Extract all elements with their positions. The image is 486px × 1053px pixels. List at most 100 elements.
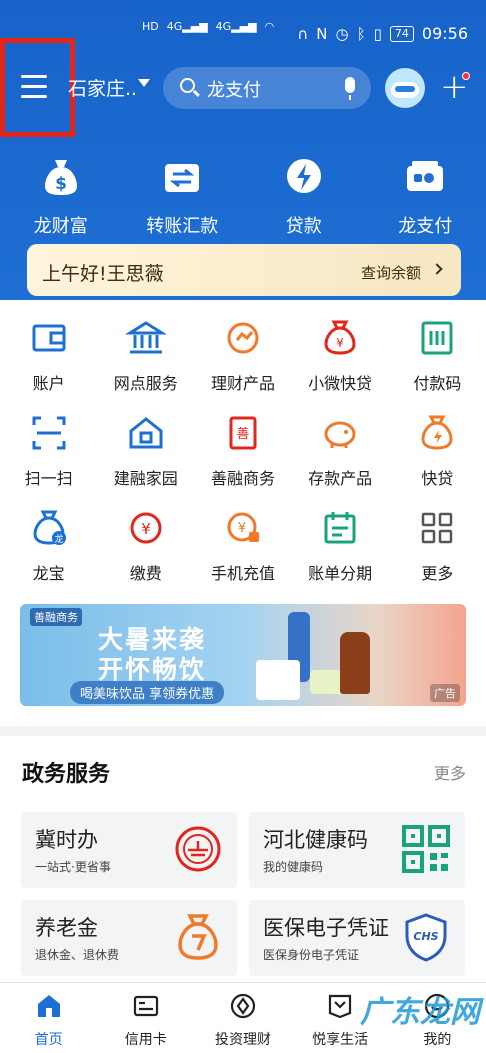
- svg-text:¥: ¥: [141, 520, 151, 538]
- seal-icon: [175, 826, 221, 872]
- wifi-icon: ◠: [264, 20, 275, 33]
- account-icon: [32, 324, 66, 352]
- service-micro-loan[interactable]: ¥ 小微快贷: [292, 314, 389, 409]
- service-label: 手机充值: [210, 564, 275, 583]
- service-deposit[interactable]: 存款产品: [292, 409, 389, 504]
- service-home[interactable]: 建融家园: [97, 409, 194, 504]
- card-subtitle: 退休金、退休费: [35, 948, 120, 962]
- tab-label: 首页: [34, 1032, 63, 1048]
- menu-icon[interactable]: [21, 75, 47, 98]
- section-title: 政务服务: [22, 762, 111, 787]
- card-subtitle: 一站式·更省事: [35, 860, 111, 874]
- tab-label: 信用卡: [124, 1032, 167, 1048]
- chevron-right-icon: [431, 263, 443, 275]
- service-branch[interactable]: 网点服务: [97, 314, 194, 409]
- service-wealth[interactable]: 理财产品: [194, 314, 291, 409]
- tab-home[interactable]: 首页: [0, 983, 97, 1053]
- calendar-icon: [324, 512, 356, 544]
- service-label: 缴费: [129, 564, 162, 583]
- money-bag-icon: $: [44, 160, 77, 195]
- investment-icon: [230, 993, 256, 1019]
- vibrate-icon: ▯: [373, 24, 382, 43]
- tab-label: 投资理财: [214, 1032, 271, 1048]
- signal-2-icon: 4G▂▄▆: [215, 20, 257, 33]
- dragon-treasure-icon: 龙: [33, 510, 66, 545]
- quick-action-transfer[interactable]: 转账汇款: [122, 150, 244, 238]
- quick-action-loan[interactable]: 贷款: [243, 150, 365, 238]
- more-grid-icon: [422, 512, 453, 544]
- wallet-icon: [407, 161, 444, 191]
- search-bar[interactable]: 龙支付: [163, 67, 371, 109]
- wealth-icon: [227, 322, 259, 354]
- service-more[interactable]: 更多: [389, 504, 486, 599]
- service-payment[interactable]: ¥ 缴费: [97, 504, 194, 599]
- credit-card-icon: [133, 995, 158, 1017]
- quick-action-label: 龙财富: [33, 216, 88, 237]
- greeting-text: 上午好!王思薇: [42, 263, 164, 285]
- piggy-bank-icon: [324, 421, 356, 448]
- services-grid: 账户 网点服务 理财产品 ¥ 小微快贷 付款码 扫一扫 建融家园 善 善融商务: [0, 314, 486, 599]
- city-selector[interactable]: 石家庄..: [68, 74, 137, 101]
- service-label: 善融商务: [210, 469, 275, 488]
- chs-shield-icon: CHS: [405, 913, 447, 962]
- service-commerce[interactable]: 善 善融商务: [194, 409, 291, 504]
- service-payment-code[interactable]: 付款码: [389, 314, 486, 409]
- service-fast-loan[interactable]: 快贷: [389, 409, 486, 504]
- gov-services-section: 政务服务 更多 冀时办 一站式·更省事 河北健康码 我的健康码 养老金 退休金、…: [0, 736, 486, 986]
- card-subtitle: 医保身份电子凭证: [263, 948, 360, 962]
- bluetooth-icon: ᛒ: [356, 24, 366, 43]
- service-label: 理财产品: [210, 374, 275, 393]
- hd-label: HD: [142, 20, 159, 33]
- gov-card-pension[interactable]: 养老金 退休金、退休费: [21, 900, 237, 976]
- svg-text:善: 善: [236, 426, 249, 442]
- banner-area: 善融商务 大暑来袭 开怀畅饮 喝美味饮品 享领券优惠 广告: [0, 596, 486, 726]
- tab-investment[interactable]: 投资理财: [194, 983, 291, 1053]
- service-phone-topup[interactable]: ¥ 手机充值: [194, 504, 291, 599]
- check-balance-link[interactable]: 查询余额: [361, 262, 421, 283]
- greeting-card[interactable]: 上午好!王思薇 查询余额: [27, 244, 461, 296]
- fast-loan-icon: [421, 415, 453, 450]
- bank-icon: [124, 321, 168, 354]
- promo-banner[interactable]: 善融商务 大暑来袭 开怀畅饮 喝美味饮品 享领券优惠 广告: [20, 604, 466, 706]
- service-label: 账单分期: [308, 564, 373, 583]
- service-dragon-treasure[interactable]: 龙 龙宝: [0, 504, 97, 599]
- quick-action-wealth[interactable]: $ 龙财富: [0, 150, 122, 238]
- avatar[interactable]: [385, 68, 425, 108]
- service-account[interactable]: 账户: [0, 314, 97, 409]
- service-label: 网点服务: [113, 374, 178, 393]
- watermark-logo: 广东龙网: [360, 995, 480, 1030]
- service-label: 更多: [421, 564, 454, 583]
- svg-text:$: $: [55, 174, 67, 194]
- service-label: 扫一扫: [24, 469, 73, 488]
- card-subtitle: 我的健康码: [263, 860, 324, 874]
- service-label: 账户: [32, 374, 65, 393]
- tab-label: 我的: [423, 1032, 452, 1048]
- pension-bag-icon: [178, 914, 218, 960]
- microphone-icon[interactable]: [345, 77, 355, 100]
- signal-1-icon: 4G▂▄▆: [166, 20, 208, 33]
- service-label: 付款码: [413, 374, 462, 393]
- service-label: 小微快贷: [308, 374, 373, 393]
- tab-credit-card[interactable]: 信用卡: [97, 983, 194, 1053]
- svg-text:龙: 龙: [54, 533, 63, 545]
- svg-text:CHS: CHS: [413, 930, 438, 943]
- service-bill-installment[interactable]: 账单分期: [292, 504, 389, 599]
- chevron-down-icon[interactable]: [138, 79, 150, 87]
- quick-action-label: 贷款: [285, 216, 322, 237]
- clock: 09:56: [421, 24, 468, 43]
- banner-tagline: 喝美味饮品 享领券优惠: [70, 681, 225, 704]
- nfc-icon: N: [316, 24, 328, 43]
- drink-cup-image: [310, 670, 344, 694]
- home-icon: [129, 417, 163, 449]
- gov-card-health-code[interactable]: 河北健康码 我的健康码: [249, 812, 465, 888]
- qr-code-icon: [402, 825, 450, 873]
- notification-dot: [462, 72, 470, 80]
- service-scan[interactable]: 扫一扫: [0, 409, 97, 504]
- quick-loan-bag-icon: ¥: [324, 320, 356, 355]
- more-link[interactable]: 更多: [434, 760, 466, 784]
- banner-brand: 善融商务: [30, 608, 82, 626]
- gov-card-jishiban[interactable]: 冀时办 一站式·更省事: [21, 812, 237, 888]
- gov-card-medical-insurance[interactable]: 医保电子凭证 医保身份电子凭证 CHS: [249, 900, 465, 976]
- quick-action-longpay[interactable]: 龙支付: [365, 150, 486, 238]
- svg-text:¥: ¥: [238, 521, 246, 536]
